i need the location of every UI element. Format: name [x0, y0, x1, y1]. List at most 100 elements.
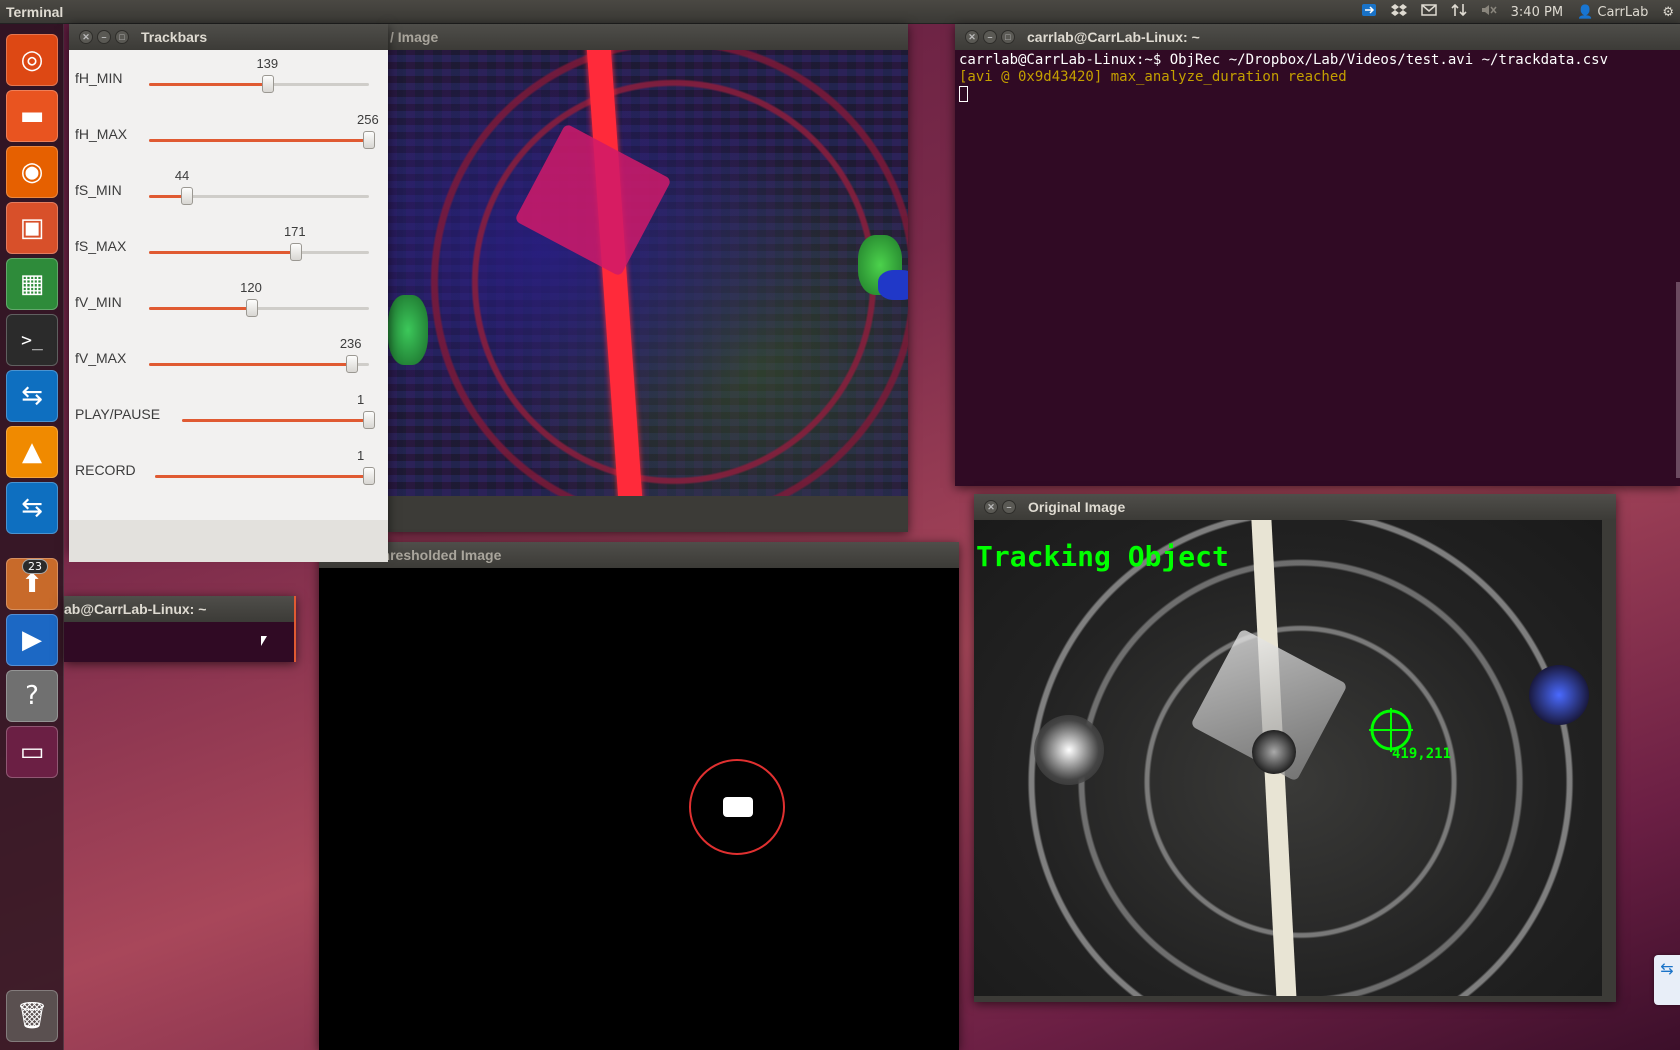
trackbar-fill	[149, 307, 253, 310]
blue-figure-right	[878, 270, 908, 300]
trackbar-play-pause: PLAY/PAUSE 1	[69, 386, 388, 442]
indicator-area: 3:40 PM 👤 CarrLab ⚙	[1361, 0, 1674, 24]
trackbar-record: RECORD 1	[69, 442, 388, 498]
workspace-switcher-icon[interactable]: ▭	[6, 726, 58, 778]
trackbar-label: PLAY/PAUSE	[75, 406, 161, 422]
terminal-warning-line: [avi @ 0x9d43420] max_analyze_duration r…	[959, 69, 1347, 85]
active-app-title: Terminal	[6, 3, 64, 20]
hsv-image-window: / Image	[388, 24, 908, 532]
trackbar-track[interactable]	[149, 363, 369, 366]
volume-muted-icon[interactable]	[1481, 3, 1497, 21]
trackbar-fill	[149, 251, 296, 254]
trackbars-titlebar[interactable]: ✕ – □ Trackbars	[69, 24, 388, 50]
trackbar-value: 139	[256, 56, 279, 71]
user-name: CarrLab	[1597, 4, 1649, 20]
teamviewer-icon[interactable]: ⇆	[6, 370, 58, 422]
terminal-window: ✕ – □ carrlab@CarrLab-Linux: ~ carrlab@C…	[955, 24, 1680, 486]
minimize-icon[interactable]: –	[1002, 500, 1016, 514]
trackbar-value: 120	[240, 280, 262, 295]
trackbar-handle[interactable]	[246, 299, 259, 317]
maximize-icon[interactable]: □	[1001, 30, 1015, 44]
hsv-image-canvas	[388, 50, 908, 496]
trackbar-value: 236	[339, 336, 362, 351]
software-center-icon[interactable]: ▣	[6, 202, 58, 254]
trackbar-fv-min: fV_MIN 120	[69, 274, 388, 330]
trackbar-fill	[155, 475, 369, 478]
trackbar-track[interactable]	[182, 419, 369, 422]
clock[interactable]: 3:40 PM	[1511, 5, 1563, 20]
terminal-output[interactable]: carrlab@CarrLab-Linux:~$ ObjRec ~/Dropbo…	[955, 50, 1675, 480]
magenta-blob	[514, 123, 672, 277]
terminal-scrollbar[interactable]	[1676, 282, 1680, 478]
trackbar-handle[interactable]	[363, 467, 375, 485]
trackbar-label: RECORD	[75, 462, 136, 478]
small-terminal-titlebar[interactable]: ab@CarrLab-Linux: ~	[64, 596, 294, 622]
ubuntu-dash-icon[interactable]: ◎	[6, 34, 58, 86]
trackbar-track[interactable]	[149, 307, 369, 310]
help-icon[interactable]: ?	[6, 670, 58, 722]
vlc-icon[interactable]: ▲	[6, 426, 58, 478]
window-title: / Image	[390, 29, 439, 45]
top-panel: Terminal 3:40 PM 👤 CarrLab ⚙	[0, 0, 1680, 24]
trackbar-track[interactable]	[149, 83, 369, 86]
terminal-titlebar[interactable]: ✕ – □ carrlab@CarrLab-Linux: ~	[955, 24, 1680, 50]
spreadsheet-icon[interactable]: ▦	[6, 258, 58, 310]
trackbar-label: fS_MAX	[75, 238, 127, 254]
trackbars-window: ✕ – □ Trackbars fH_MIN 139 fH_MAX 256 fS_MIN…	[69, 24, 388, 562]
firefox-icon[interactable]: ◉	[6, 146, 58, 198]
trackbar-label: fH_MAX	[75, 126, 128, 142]
trackbar-handle[interactable]	[363, 131, 375, 149]
user-icon: 👤	[1577, 4, 1594, 20]
thresholded-titlebar[interactable]: ✕ – Thresholded Image	[319, 542, 959, 568]
maximize-icon[interactable]: □	[115, 30, 129, 44]
trackbar-fh-min: fH_MIN 139	[69, 50, 388, 106]
media-player-icon[interactable]: ▶	[6, 614, 58, 666]
trackbar-handle[interactable]	[289, 243, 302, 261]
trackbar-track[interactable]	[155, 475, 369, 478]
trackbar-handle[interactable]	[180, 187, 193, 205]
trackbar-handle[interactable]	[363, 411, 375, 429]
minimize-icon[interactable]: –	[983, 30, 997, 44]
terminal-command-line: carrlab@CarrLab-Linux:~$ ObjRec ~/Dropbo…	[959, 52, 1609, 68]
trackbar-fv-max: fV_MAX 236	[69, 330, 388, 386]
network-indicator-icon[interactable]	[1451, 3, 1467, 21]
hsv-image-titlebar[interactable]: / Image	[388, 24, 908, 50]
trash-icon[interactable]: 🗑	[6, 990, 58, 1042]
dropbox-indicator-icon[interactable]	[1390, 3, 1407, 21]
trackbar-fill	[149, 363, 352, 366]
trackbar-value: 44	[174, 168, 190, 183]
teamviewer-side-widget-icon[interactable]: ⇆	[1654, 955, 1680, 1005]
teamviewer-icon-2[interactable]: ⇆	[6, 482, 58, 534]
trackbar-fs-max: fS_MAX 171	[69, 218, 388, 274]
trackbar-track[interactable]	[149, 139, 369, 142]
user-menu[interactable]: 👤 CarrLab	[1577, 5, 1648, 20]
trackbar-value: 171	[283, 224, 306, 239]
threshold-blob	[723, 797, 753, 817]
close-icon[interactable]: ✕	[984, 500, 998, 514]
teamviewer-indicator-icon[interactable]	[1361, 3, 1377, 21]
trackbar-fh-max: fH_MAX 256	[69, 106, 388, 162]
close-icon[interactable]: ✕	[79, 30, 93, 44]
files-icon[interactable]: ▬	[6, 90, 58, 142]
window-title: Thresholded Image	[373, 547, 502, 563]
mail-indicator-icon[interactable]	[1420, 3, 1437, 21]
launcher: ◎ ▬ ◉ ▣ ▦ >_ ⇆ ▲ ⇆ ⬆ ▶? ▭	[0, 24, 64, 1050]
close-icon[interactable]: ✕	[965, 30, 979, 44]
mouse-cursor-icon	[261, 636, 267, 646]
window-title: carrlab@CarrLab-Linux: ~	[1027, 29, 1200, 45]
trackbar-fill	[149, 139, 369, 142]
trackbar-fs-min: fS_MIN 44	[69, 162, 388, 218]
minimize-icon[interactable]: –	[97, 30, 111, 44]
window-title: Original Image	[1028, 499, 1126, 515]
original-titlebar[interactable]: ✕ – Original Image	[974, 494, 1616, 520]
settings-gear-icon[interactable]: ⚙	[1662, 5, 1674, 20]
trackbar-track[interactable]	[149, 251, 369, 254]
terminal-icon[interactable]: >_	[6, 314, 58, 366]
terminal-cursor	[959, 86, 968, 102]
left-figure	[1034, 715, 1104, 785]
trackbar-handle[interactable]	[345, 355, 358, 373]
trackbar-label: fH_MIN	[75, 70, 123, 86]
thresholded-image-window: ✕ – Thresholded Image	[319, 542, 959, 1050]
right-figure	[1529, 665, 1589, 725]
trackbar-handle[interactable]	[262, 75, 275, 93]
